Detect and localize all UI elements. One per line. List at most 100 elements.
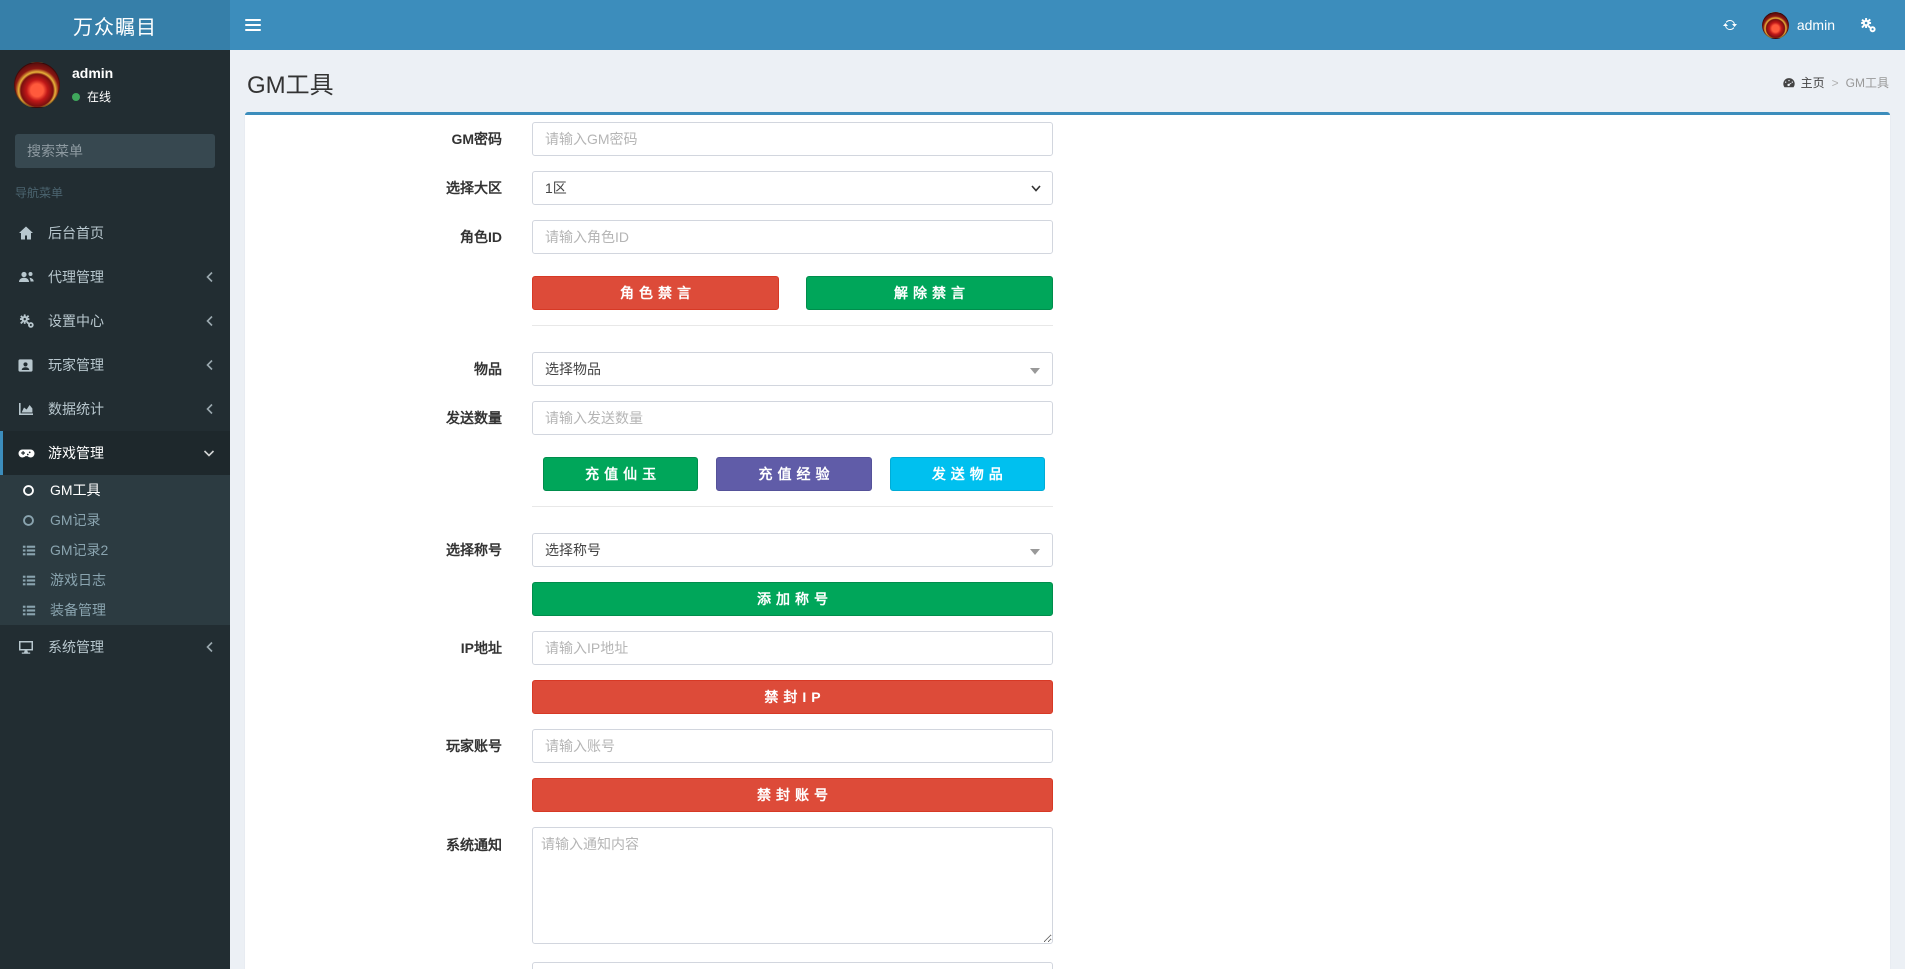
title-select-label: 选择称号 (446, 542, 502, 558)
zone-select[interactable]: 1区 (532, 171, 1053, 205)
gm-password-input[interactable] (532, 122, 1053, 156)
item-select[interactable]: 选择物品 (532, 352, 1053, 386)
recharge-exp-button[interactable]: 充值经验 (716, 457, 872, 491)
sidebar-item-dashboard[interactable]: 后台首页 (0, 211, 230, 255)
breadcrumb: 主页 > GM工具 (1782, 74, 1889, 91)
account-input[interactable] (532, 729, 1053, 763)
sidebar-item-system[interactable]: 系统管理 (0, 625, 230, 669)
title-select-value: 选择称号 (545, 542, 601, 558)
sidebar-toggle-button[interactable] (230, 0, 276, 50)
divider-row (255, 506, 1880, 507)
ban-account-button[interactable]: 禁封账号 (532, 778, 1053, 812)
settings-button[interactable] (1845, 0, 1891, 50)
form-row-role-id: 角色ID (255, 220, 1880, 254)
sidebar-item-statistics[interactable]: 数据统计 (0, 387, 230, 431)
sidebar-item-label: 游戏管理 (48, 445, 104, 461)
breadcrumb-current: GM工具 (1845, 76, 1889, 90)
chevron-left-icon (205, 641, 215, 653)
sidebar-username: admin (72, 65, 114, 81)
quantity-input[interactable] (532, 401, 1053, 435)
submenu-item-equipment[interactable]: 装备管理 (0, 595, 230, 625)
search-input[interactable] (15, 143, 215, 159)
form-row-add-title: 添加称号 (255, 582, 1880, 616)
caret-down-icon (1030, 368, 1040, 374)
user-card-icon (18, 358, 40, 373)
list-icon (22, 544, 44, 557)
submenu-item-label: 装备管理 (50, 602, 106, 618)
form-row-mute-buttons: 角色禁言 解除禁言 (255, 276, 1880, 310)
breadcrumb-separator: > (1831, 75, 1839, 90)
gm-password-label: GM密码 (451, 131, 502, 147)
circle-o-icon (22, 514, 44, 527)
app-logo[interactable]: 万众瞩目 (0, 0, 230, 50)
sidebar-item-label: 代理管理 (48, 269, 104, 285)
area-chart-icon (18, 401, 40, 417)
breadcrumb-home-link[interactable]: 主页 (1782, 74, 1825, 91)
submenu-item-label: 游戏日志 (50, 572, 106, 588)
chevron-left-icon (205, 315, 215, 327)
title-select[interactable]: 选择称号 (532, 533, 1053, 567)
submenu-item-label: GM记录 (50, 512, 101, 528)
breadcrumb-home-label: 主页 (1800, 76, 1825, 90)
partial-input[interactable] (532, 962, 1053, 969)
ban-ip-button[interactable]: 禁封IP (532, 680, 1053, 714)
form-row-item: 物品 选择物品 (255, 352, 1880, 386)
submenu-item-gm-records[interactable]: GM记录 (0, 505, 230, 535)
account-label: 玩家账号 (446, 738, 502, 754)
form-row-title-select: 选择称号 选择称号 (255, 533, 1880, 567)
sidebar-item-settings[interactable]: 设置中心 (0, 299, 230, 343)
sidebar-submenu: GM工具 GM记录 GM记录2 游戏日志 装备管理 (0, 475, 230, 625)
quantity-label: 发送数量 (446, 410, 502, 426)
refresh-button[interactable] (1708, 0, 1752, 50)
avatar (1761, 11, 1789, 39)
gamepad-icon (18, 445, 40, 461)
submenu-item-game-logs[interactable]: 游戏日志 (0, 565, 230, 595)
user-menu[interactable]: admin (1752, 0, 1845, 50)
content-area: GM工具 主页 > GM工具 GM密码 选择大区 (230, 50, 1905, 969)
submenu-item-gm-tools[interactable]: GM工具 (0, 475, 230, 505)
online-status-icon (72, 92, 80, 101)
dashboard-icon (1782, 76, 1796, 89)
form-row-send-buttons: 充值仙玉 充值经验 发送物品 (255, 457, 1880, 491)
divider (532, 325, 1053, 326)
list-icon (22, 574, 44, 587)
form-row-gm-password: GM密码 (255, 122, 1880, 156)
avatar (14, 62, 60, 108)
online-status-label: 在线 (87, 90, 112, 104)
sidebar-search (15, 134, 215, 168)
menu-header: 导航菜单 (15, 186, 64, 200)
chevron-left-icon (205, 403, 215, 415)
top-navbar: admin (230, 0, 1905, 50)
content-header: GM工具 主页 > GM工具 (230, 50, 1905, 112)
divider (532, 506, 1053, 507)
ip-input[interactable] (532, 631, 1053, 665)
form-row-notice: 系统通知 (255, 827, 1880, 947)
notice-textarea[interactable] (532, 827, 1053, 944)
username-label: admin (1796, 17, 1835, 33)
sidebar-item-players[interactable]: 玩家管理 (0, 343, 230, 387)
role-id-input[interactable] (532, 220, 1053, 254)
form-row-ip: IP地址 (255, 631, 1880, 665)
submenu-item-gm-records2[interactable]: GM记录2 (0, 535, 230, 565)
sidebar-item-label: 玩家管理 (48, 357, 104, 373)
chevron-down-icon (203, 448, 215, 458)
sidebar-item-game-management[interactable]: 游戏管理 (0, 431, 230, 475)
submenu-item-label: GM记录2 (50, 542, 109, 558)
unmute-role-button[interactable]: 解除禁言 (806, 276, 1053, 310)
form-row-zone: 选择大区 1区 (255, 171, 1880, 205)
top-header: 万众瞩目 admin (0, 0, 1905, 50)
caret-down-icon (1030, 549, 1040, 555)
chevron-left-icon (205, 271, 215, 283)
item-label: 物品 (474, 361, 502, 377)
add-title-button[interactable]: 添加称号 (532, 582, 1053, 616)
mute-role-button[interactable]: 角色禁言 (532, 276, 779, 310)
zone-select-value: 1区 (545, 180, 567, 196)
form-row-quantity: 发送数量 (255, 401, 1880, 435)
gears-icon (1859, 17, 1877, 33)
sidebar-item-agents[interactable]: 代理管理 (0, 255, 230, 299)
send-item-button[interactable]: 发送物品 (889, 457, 1045, 491)
page-title: GM工具 (247, 72, 334, 99)
divider-row (255, 325, 1880, 326)
form-row-account: 玩家账号 (255, 729, 1880, 763)
recharge-jade-button[interactable]: 充值仙玉 (543, 457, 699, 491)
